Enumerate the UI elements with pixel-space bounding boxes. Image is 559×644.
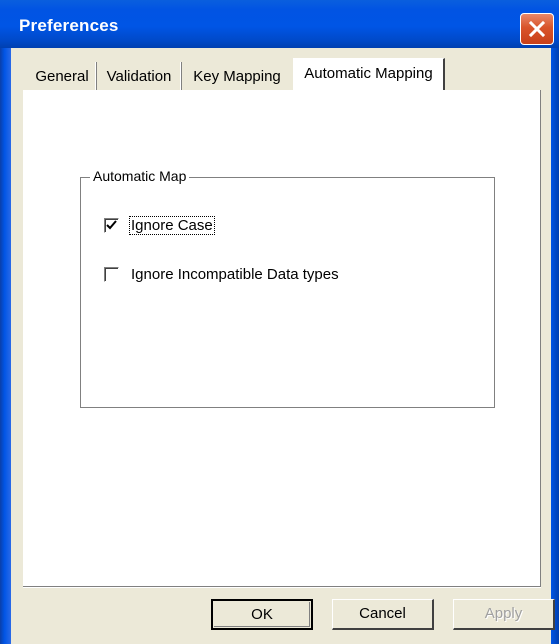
apply-button[interactable]: Apply [453, 599, 555, 630]
apply-button-label: Apply [484, 605, 523, 622]
tab-automatic-mapping[interactable]: Automatic Mapping [293, 58, 445, 92]
ignore-incompatible-option[interactable]: Ignore Incompatible Data types [104, 266, 364, 286]
ignore-case-option[interactable]: Ignore Case [104, 216, 224, 237]
tab-divider [95, 62, 97, 90]
tab-general-label: General [35, 68, 89, 85]
tab-automatic-mapping-label: Automatic Mapping [304, 65, 433, 82]
tab-divider [180, 62, 182, 90]
close-button[interactable] [520, 13, 554, 45]
groupbox-legend: Automatic Map [90, 168, 190, 184]
tab-validation-label: Validation [106, 68, 172, 85]
preferences-dialog: Preferences General Validation Key Mappi… [0, 0, 559, 644]
ignore-incompatible-label: Ignore Incompatible Data types [131, 266, 339, 283]
automatic-map-groupbox [80, 177, 495, 408]
tab-key-mapping-label: Key Mapping [193, 68, 281, 85]
window-left-border [0, 48, 11, 644]
cancel-button[interactable]: Cancel [332, 599, 434, 630]
tab-validation[interactable]: Validation [99, 60, 179, 90]
footer-separator [23, 586, 541, 588]
ignore-case-label: Ignore Case [129, 216, 215, 235]
tab-general[interactable]: General [30, 60, 94, 90]
cancel-button-label: Cancel [359, 605, 406, 622]
title-bar[interactable]: Preferences [0, 0, 559, 48]
ignore-case-checkbox[interactable] [104, 218, 119, 233]
tab-key-mapping[interactable]: Key Mapping [185, 60, 289, 90]
ok-button[interactable]: OK [211, 599, 313, 630]
window-title: Preferences [19, 16, 119, 35]
ok-button-bevel [214, 602, 310, 627]
window-right-border [551, 48, 559, 644]
ignore-incompatible-checkbox[interactable] [104, 267, 119, 282]
